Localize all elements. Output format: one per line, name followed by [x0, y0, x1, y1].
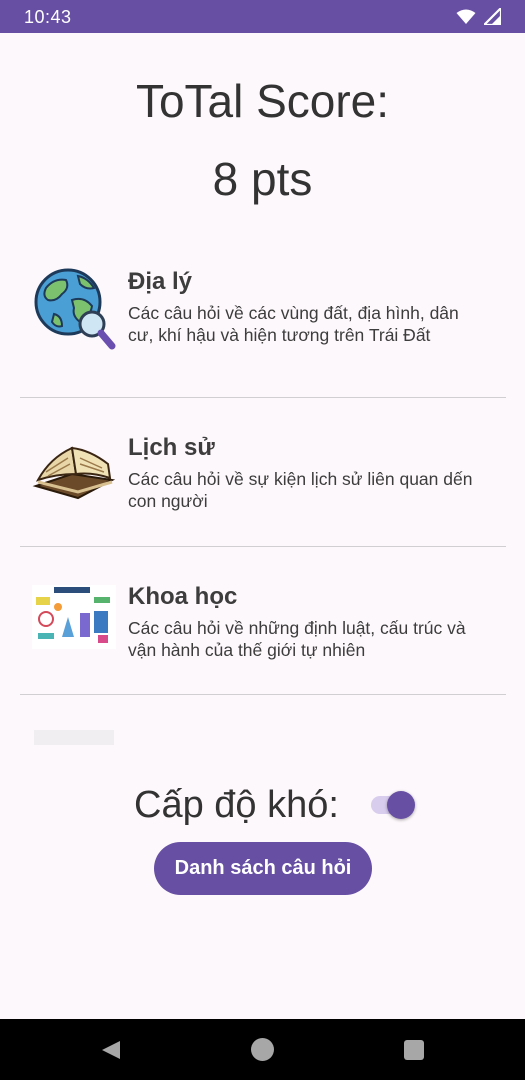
- score-title: ToTal Score:: [135, 75, 390, 127]
- difficulty-label: Cấp độ khó:: [134, 784, 339, 826]
- recents-icon[interactable]: [404, 1040, 424, 1060]
- topic-item-geography[interactable]: Địa lý Các câu hỏi về các vùng đất, địa …: [20, 250, 506, 400]
- partially-loaded-item: [34, 730, 114, 745]
- status-time: 10:43: [24, 7, 72, 27]
- topic-name: Khoa học: [128, 583, 238, 610]
- topic-description: Các câu hỏi về sự kiện lịch sử liên quan…: [128, 469, 473, 511]
- status-icons: [456, 8, 501, 25]
- divider: [20, 694, 506, 695]
- toggle-knob: [387, 791, 415, 819]
- difficulty-toggle[interactable]: [371, 791, 415, 819]
- topic-description: Các câu hỏi về các vùng đất, địa hình, d…: [128, 303, 459, 345]
- back-icon[interactable]: [101, 1040, 121, 1060]
- topic-item-science[interactable]: Khoa học Các câu hỏi về những định luật,…: [20, 547, 506, 697]
- science-icon: [32, 585, 116, 649]
- open-book-icon: [32, 446, 116, 500]
- globe-magnifier-icon: [34, 268, 116, 350]
- status-bar: 10:43: [0, 0, 525, 33]
- signal-icon: [484, 8, 501, 25]
- topic-description: Các câu hỏi về những định luật, cấu trúc…: [128, 618, 466, 660]
- topic-name: Lịch sử: [128, 434, 215, 461]
- question-list-button[interactable]: Danh sách câu hỏi: [154, 842, 372, 895]
- topic-name: Địa lý: [128, 268, 193, 295]
- topic-item-history[interactable]: Lịch sử Các câu hỏi về sự kiện lịch sử l…: [20, 398, 506, 548]
- wifi-icon: [456, 9, 476, 24]
- home-icon[interactable]: [251, 1038, 274, 1061]
- score-value: 8 pts: [212, 153, 313, 205]
